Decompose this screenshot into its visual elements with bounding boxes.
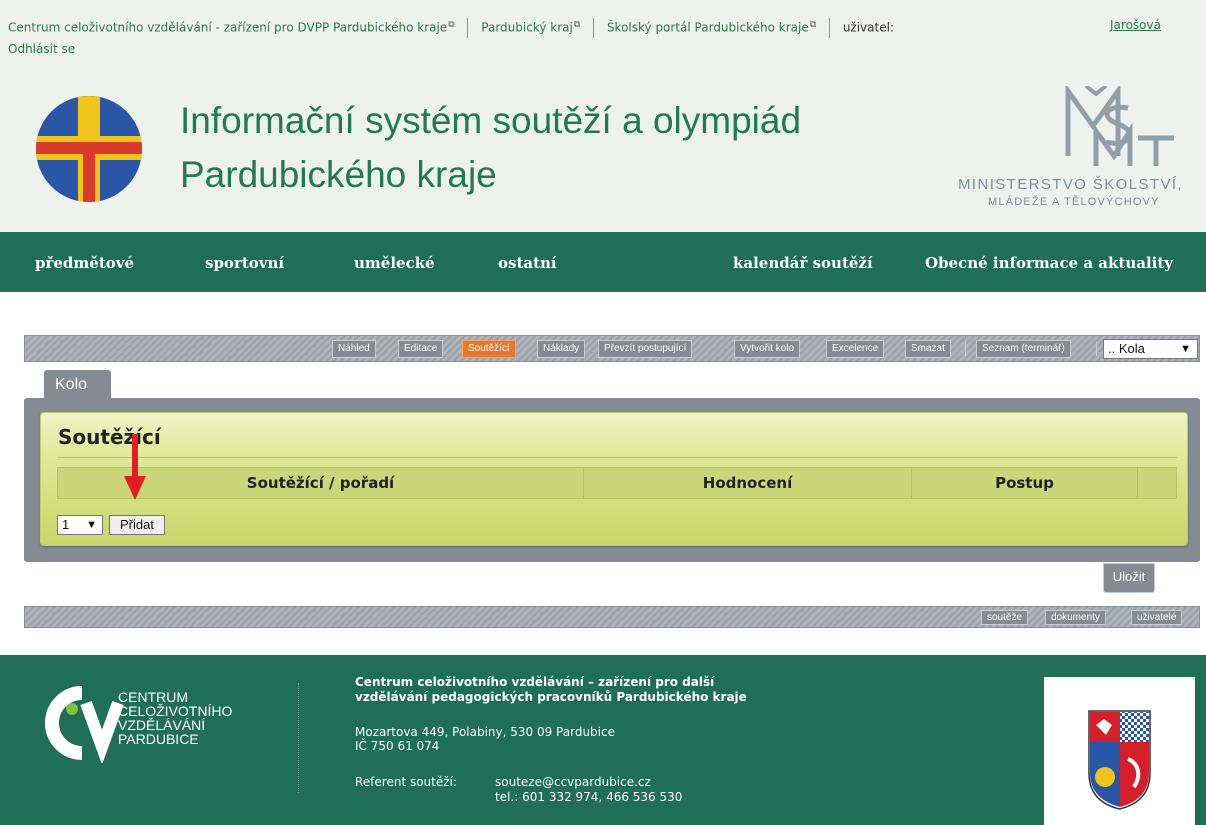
nav-kalendar-soutezi[interactable]: kalendář soutěží [733, 254, 873, 272]
ccv-line-4: PARDUBICE [118, 731, 199, 747]
referent-phone: tel.: 601 332 974, 466 536 530 [495, 790, 683, 804]
link-pardubicky-kraj[interactable]: Pardubický kraj [481, 21, 573, 35]
excelence-button[interactable]: Excelence [826, 340, 885, 358]
chevron-down-icon: ▼ [1180, 343, 1191, 355]
footer-address: Mozartova 449, Polabiny, 530 09 Pardubic… [355, 725, 615, 753]
link-ccv[interactable]: Centrum celoživotního vzdělávání - zaříz… [8, 21, 447, 35]
divider [593, 18, 595, 38]
nav-ostatni[interactable]: ostatní [498, 254, 557, 272]
nav-obecne-informace[interactable]: Obecné informace a aktuality [925, 254, 1173, 272]
user-name-link[interactable]: Jarošová [1110, 18, 1161, 32]
uzivatele-button[interactable]: uživatelé [1131, 610, 1183, 625]
ccv-line-2: CELOŽIVOTNÍHO [118, 703, 233, 719]
prevzit-postupujici-button[interactable]: Převzít postupující [598, 340, 693, 358]
msmt-emblem-icon [1065, 83, 1174, 166]
nav-sportovni[interactable]: sportovní [205, 254, 284, 272]
toolbar-divider [1096, 342, 1097, 356]
referent-email-link[interactable]: souteze@ccvpardubice.cz [495, 775, 651, 789]
top-links: Centrum celoživotního vzdělávání - zaříz… [8, 18, 894, 38]
soutezici-section: Soutěžící Soutěžící / pořadí Hodnocení P… [40, 412, 1188, 546]
chevron-down-icon: ▼ [86, 519, 97, 531]
ulozit-button[interactable]: Uložit [1103, 563, 1155, 593]
external-link-icon: ⧉ [573, 19, 581, 30]
user-label: uživatel: [842, 20, 894, 35]
crest-box [1044, 677, 1195, 825]
header: Informační systém soutěží a olympiád Par… [0, 66, 1206, 232]
footer-divider [298, 683, 299, 793]
heading-divider [57, 457, 1177, 458]
pardubice-region-logo[interactable] [36, 96, 142, 202]
addr-line-2: IČ 750 61 074 [355, 739, 440, 753]
page-title: Informační systém soutěží a olympiád Par… [180, 94, 801, 202]
kola-select[interactable]: .. Kola ▼ [1103, 339, 1198, 359]
logout-link[interactable]: Odhlásit se [8, 42, 75, 56]
external-link-icon: ⧉ [809, 19, 817, 30]
msmt-line-2: MLÁDEŽE A TĚLOVÝCHOVY [988, 196, 1160, 208]
addr-line-1: Mozartova 449, Polabiny, 530 09 Pardubic… [355, 725, 615, 739]
main-nav: předmětové sportovní umělecké ostatní ka… [0, 232, 1206, 292]
action-toolbar: Náhled Editace Soutěžící Náklady Převzít… [24, 335, 1200, 362]
editace-button[interactable]: Editace [398, 340, 444, 358]
column-header-hodnoceni: Hodnocení [584, 468, 912, 498]
referent-label: Referent soutěží: [355, 775, 457, 789]
count-select-value: 1 [62, 517, 70, 532]
bottom-toolbar: soutěže dokumenty uživatelé [24, 606, 1200, 628]
count-select[interactable]: 1 ▼ [57, 515, 103, 535]
footer-organization: Centrum celoživotního vzdělávání – zaříz… [355, 675, 747, 705]
souteze-button[interactable]: soutěže [981, 610, 1029, 625]
top-bar: Centrum celoživotního vzdělávání - zaříz… [0, 0, 1206, 66]
msmt-line-1: MINISTERSTVO ŠKOLSTVÍ, [958, 176, 1184, 193]
divider [828, 18, 830, 38]
ccv-logo-text: CENTRUM CELOŽIVOTNÍHO VZDĚLÁVÁNÍ PARDUBI… [118, 690, 232, 746]
vytvorit-kolo-button[interactable]: Vytvořit kolo [734, 340, 801, 358]
nav-predmetove[interactable]: předmětové [35, 254, 134, 272]
org-line-1: Centrum celoživotního vzdělávání – zaříz… [355, 675, 715, 689]
nahled-button[interactable]: Náhled [332, 340, 376, 358]
pridat-button[interactable]: Přidat [109, 515, 165, 535]
toolbar-divider [965, 342, 966, 356]
red-arrow-icon [124, 434, 146, 500]
title-line-2: Pardubického kraje [180, 154, 497, 195]
seznam-terminar-button[interactable]: Seznam (terminář) [976, 340, 1071, 358]
tab-kolo[interactable]: Kolo [44, 370, 111, 398]
kolo-panel: Soutěžící Soutěžící / pořadí Hodnocení P… [24, 398, 1200, 562]
link-skolsky-portal[interactable]: Školský portál Pardubického kraje [607, 21, 809, 35]
naklady-button[interactable]: Náklady [537, 340, 586, 358]
coat-of-arms-icon[interactable] [1044, 677, 1195, 825]
divider [467, 18, 469, 38]
org-line-2: vzdělávání pedagogických pracovníků Pard… [355, 690, 747, 704]
footer: CENTRUM CELOŽIVOTNÍHO VZDĚLÁVÁNÍ PARDUBI… [0, 655, 1206, 825]
smazat-button[interactable]: Smazat [905, 340, 951, 358]
kola-select-value: .. Kola [1108, 341, 1145, 356]
column-header-postup: Postup [912, 468, 1138, 498]
external-link-icon: ⧉ [448, 19, 455, 30]
ccv-line-1: CENTRUM [118, 689, 188, 705]
nav-umelecke[interactable]: umělecké [354, 254, 435, 272]
column-header-empty [1138, 468, 1176, 498]
table-header: Soutěžící / pořadí Hodnocení Postup [57, 467, 1177, 499]
soutezici-button[interactable]: Soutěžící [462, 340, 516, 358]
msmt-logo[interactable]: MINISTERSTVO ŠKOLSTVÍ, MLÁDEŽE A TĚLOVÝC… [958, 83, 1206, 216]
ccv-line-3: VZDĚLÁVÁNÍ [118, 717, 206, 733]
dokumenty-button[interactable]: dokumenty [1045, 610, 1106, 625]
title-line-1: Informační systém soutěží a olympiád [180, 100, 802, 141]
